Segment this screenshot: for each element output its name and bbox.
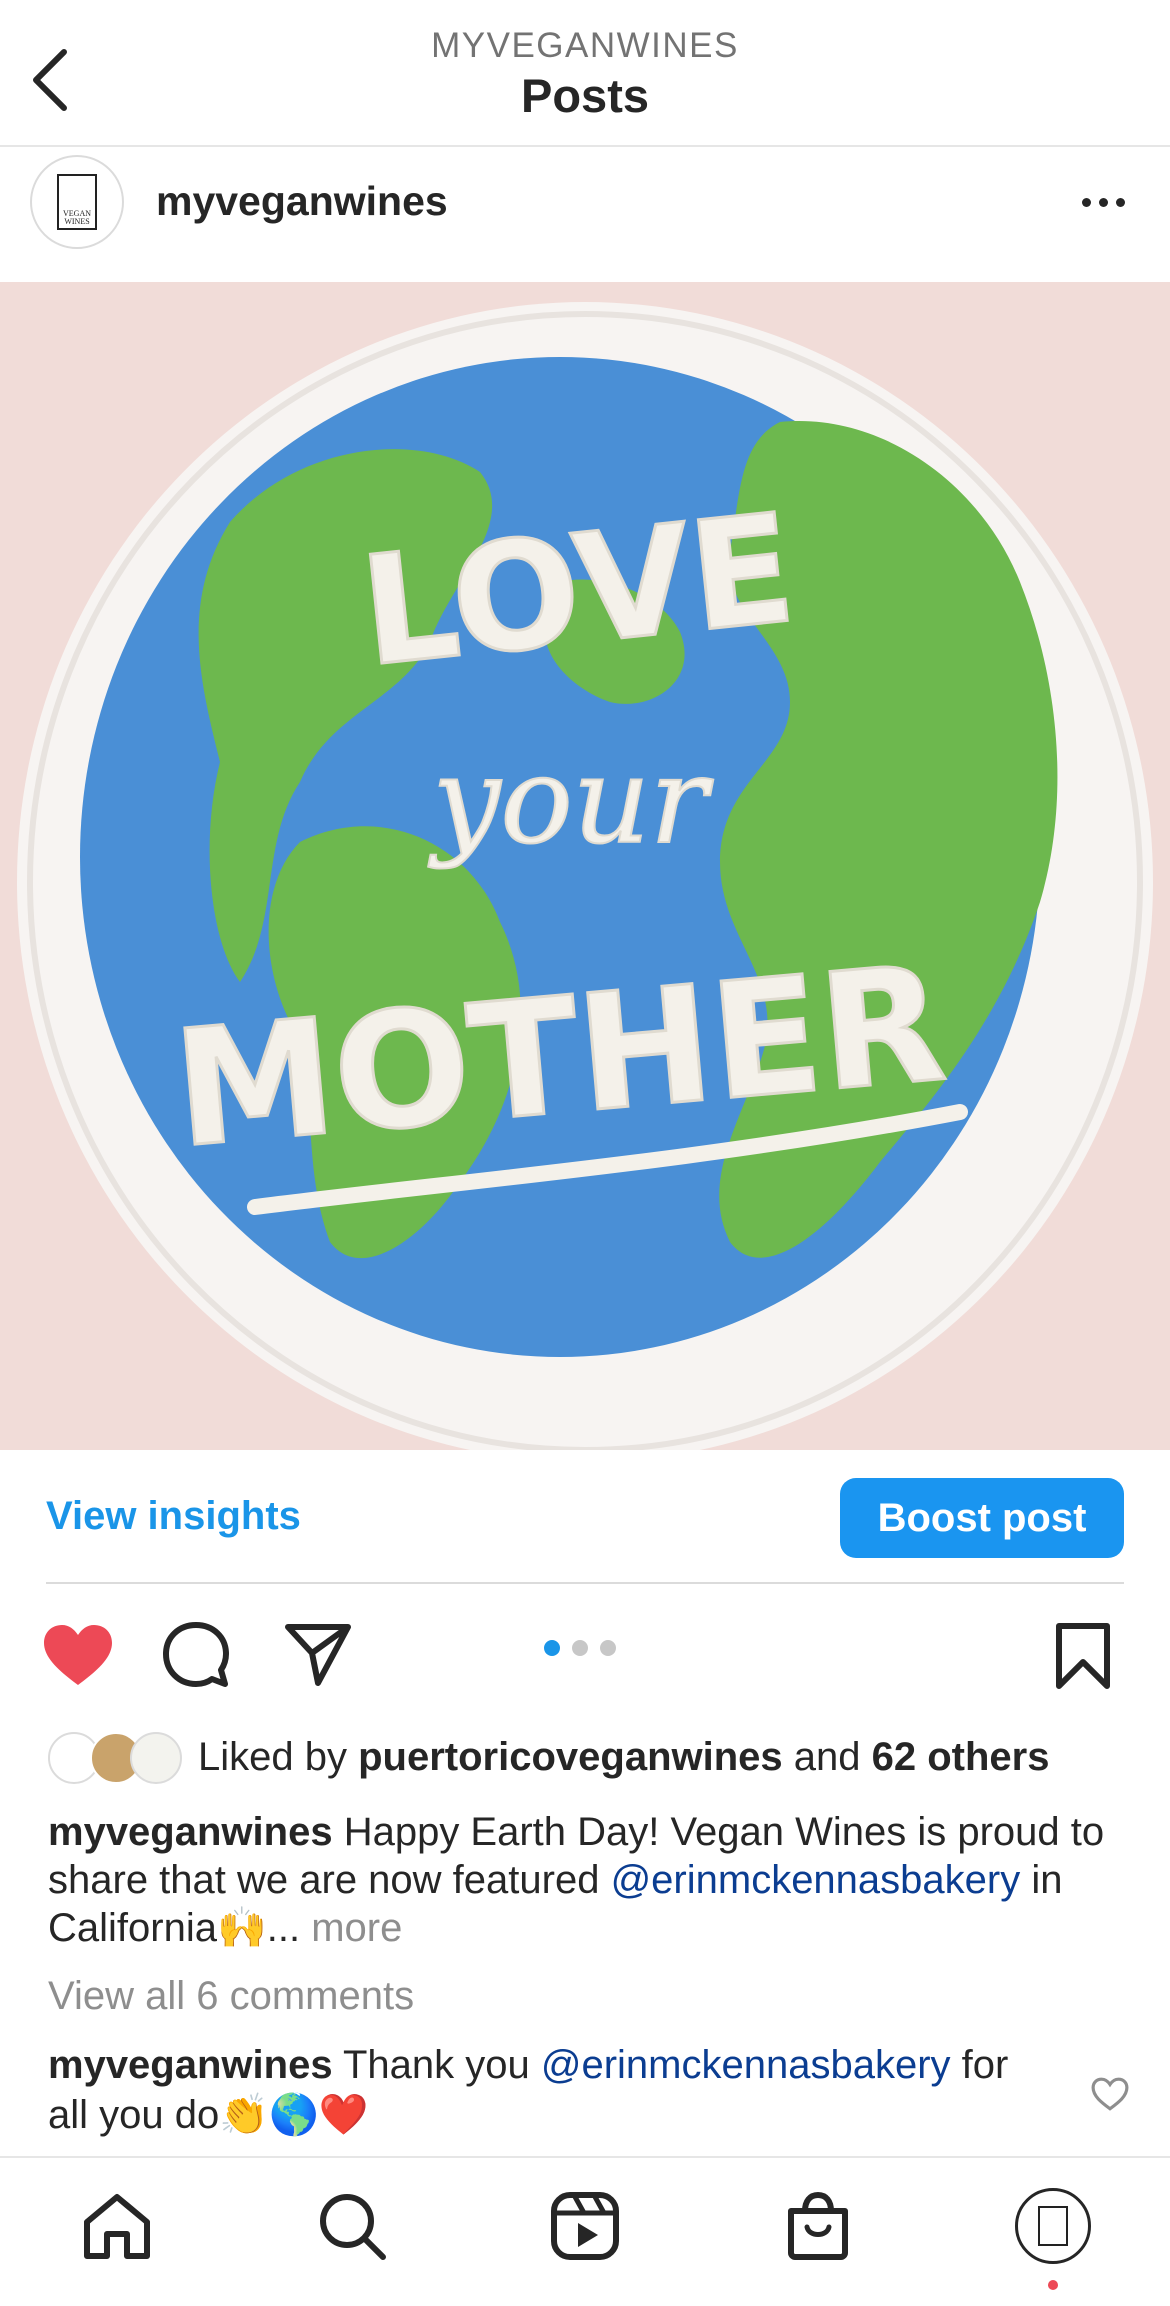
comment-mention[interactable]: @erinmckennasbakery [541, 2043, 951, 2087]
more-icon-dot [1115, 197, 1125, 207]
comment-like-button[interactable] [1088, 2072, 1132, 2116]
more-icon-dot [1098, 197, 1108, 207]
page-title: Posts [521, 69, 649, 122]
comment: myveganwines Thank you @erinmckennasbake… [48, 2040, 1048, 2140]
vegan-wines-logo: VEGAN WINES [57, 174, 97, 230]
carousel-dot [544, 1640, 560, 1656]
comment-text: Thank you [332, 2043, 541, 2087]
reels-icon [551, 2192, 619, 2260]
notification-dot [1048, 2280, 1058, 2290]
comment-icon [163, 1622, 229, 1687]
likes-prefix: Liked by [198, 1735, 359, 1779]
comment-username[interactable]: myveganwines [48, 2043, 333, 2087]
cake-text-your: your [428, 732, 714, 871]
tab-search[interactable] [312, 2186, 392, 2266]
vegan-wines-logo [1038, 2206, 1068, 2246]
liked-by-user[interactable]: puertoricoveganwines [358, 1735, 783, 1779]
caption-more-link[interactable]: more [311, 1906, 402, 1950]
save-button[interactable] [1050, 1620, 1116, 1692]
shop-icon [788, 2191, 848, 2260]
view-comments-link[interactable]: View all 6 comments [48, 1974, 414, 2019]
like-button[interactable] [40, 1620, 116, 1690]
caption-mention[interactable]: @erinmckennasbakery [611, 1858, 1021, 1902]
earth-cake-image: LOVE your MOTHER [0, 282, 1170, 1450]
tab-home[interactable] [77, 2186, 157, 2266]
tab-reels[interactable] [545, 2186, 625, 2266]
divider [46, 1582, 1124, 1584]
account-name: MYVEGANWINES [431, 26, 739, 65]
tab-shop[interactable] [778, 2186, 858, 2266]
bottom-tab-bar [0, 2156, 1170, 2306]
heart-outline-icon [1091, 2077, 1129, 2111]
view-insights-link[interactable]: View insights [46, 1494, 301, 1539]
share-button[interactable] [282, 1620, 354, 1690]
comment-button[interactable] [160, 1618, 232, 1692]
profile-avatar [1015, 2188, 1091, 2264]
boost-post-button[interactable]: Boost post [840, 1478, 1124, 1558]
post-username[interactable]: myveganwines [156, 178, 448, 225]
likes-summary[interactable]: Liked by puertoricoveganwines and 62 oth… [198, 1735, 1050, 1780]
logo-text-2: WINES [64, 217, 90, 226]
bookmark-icon [1056, 1623, 1110, 1689]
post-avatar[interactable]: VEGAN WINES [30, 155, 124, 249]
tab-profile[interactable] [1013, 2186, 1093, 2266]
post-image[interactable]: LOVE your MOTHER [0, 282, 1170, 1450]
share-icon [285, 1624, 351, 1686]
more-icon [1081, 197, 1091, 207]
liker-avatar [130, 1732, 182, 1784]
liker-avatars[interactable] [48, 1732, 182, 1784]
likes-others-count[interactable]: 62 others [872, 1735, 1050, 1779]
caption-username[interactable]: myveganwines [48, 1810, 333, 1854]
carousel-dot [572, 1640, 588, 1656]
home-icon [84, 2194, 150, 2259]
likes-and: and [782, 1735, 872, 1779]
carousel-dot [600, 1640, 616, 1656]
search-icon [320, 2194, 386, 2260]
more-options-button[interactable] [1070, 180, 1136, 224]
top-bar: MYVEGANWINES Posts [0, 0, 1170, 147]
carousel-indicator [544, 1640, 616, 1656]
post-caption: myveganwines Happy Earth Day! Vegan Wine… [48, 1808, 1128, 1952]
heart-icon [44, 1625, 112, 1685]
